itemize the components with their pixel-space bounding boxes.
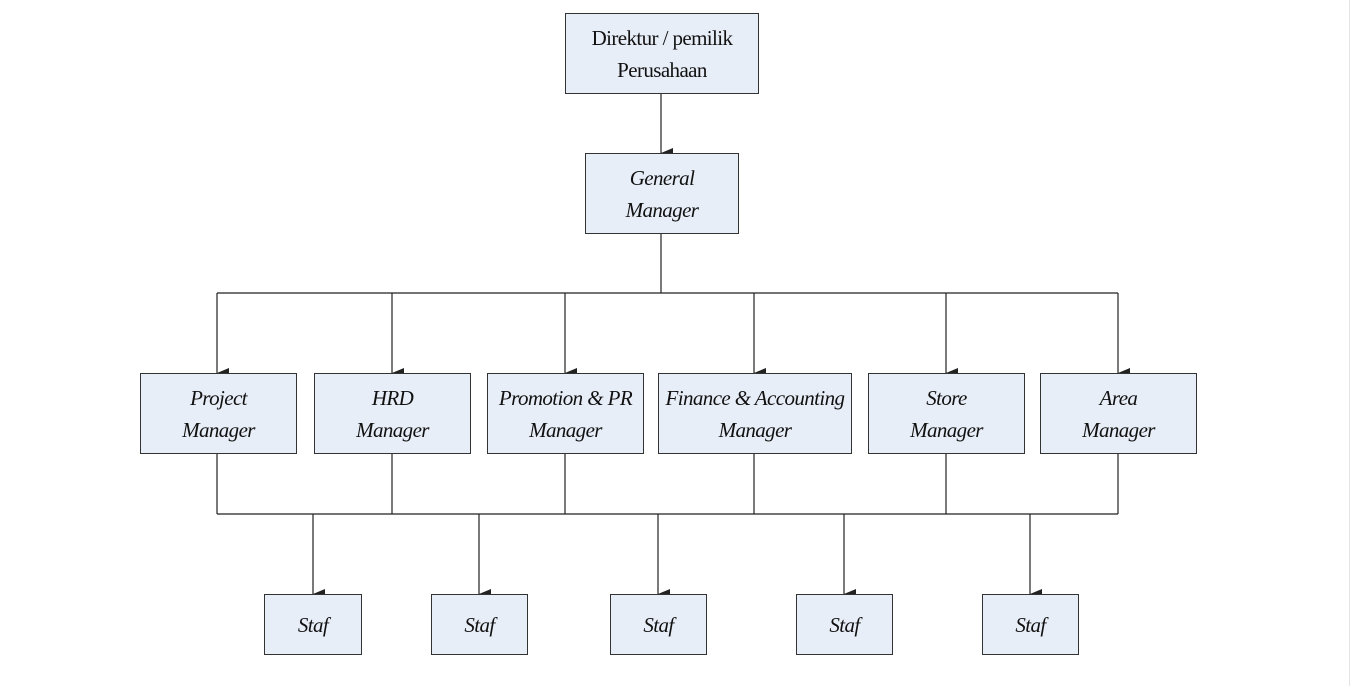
connectors — [216, 93, 1130, 599]
node-label: Promotion & PR — [498, 385, 633, 410]
node-director: Direktur / pemilik Perusahaan — [565, 13, 759, 94]
node-label: Manager — [182, 417, 255, 442]
node-label: Manager — [529, 417, 602, 442]
node-label: Staf — [297, 612, 329, 637]
node-staff: Staf — [431, 594, 528, 655]
node-label: Perusahaan — [617, 57, 707, 82]
node-label: Staf — [1015, 612, 1046, 637]
node-label: Staf — [643, 612, 674, 637]
node-label: HRD — [371, 385, 414, 410]
node-hrd-manager: HRD Manager — [314, 373, 471, 454]
node-label: Manager — [356, 417, 429, 442]
node-promotion-manager: Promotion & PR Manager — [487, 373, 644, 454]
node-label: Staf — [829, 612, 860, 637]
node-area-manager: Area Manager — [1040, 373, 1197, 454]
node-label: Finance & Accounting — [665, 385, 846, 410]
node-staff: Staf — [610, 594, 707, 655]
node-store-manager: Store Manager — [868, 373, 1025, 454]
node-label: Manager — [625, 197, 699, 222]
node-staff: Staf — [264, 594, 362, 655]
node-label: Area — [1099, 385, 1138, 410]
node-staff: Staf — [796, 594, 893, 655]
node-label: Manager — [1082, 417, 1155, 442]
node-label: Store — [926, 385, 967, 410]
node-label: General — [629, 165, 695, 190]
node-project-manager: Project Manager — [140, 373, 297, 454]
node-general-manager: General Manager — [585, 153, 739, 234]
node-label: Project — [190, 385, 247, 410]
node-label: Manager — [910, 417, 983, 442]
node-finance-manager: Finance & Accounting Manager — [658, 373, 852, 454]
node-staff: Staf — [982, 594, 1079, 655]
node-label: Manager — [718, 417, 792, 442]
node-label: Direktur / pemilik — [591, 25, 733, 50]
node-label: Staf — [464, 612, 495, 637]
